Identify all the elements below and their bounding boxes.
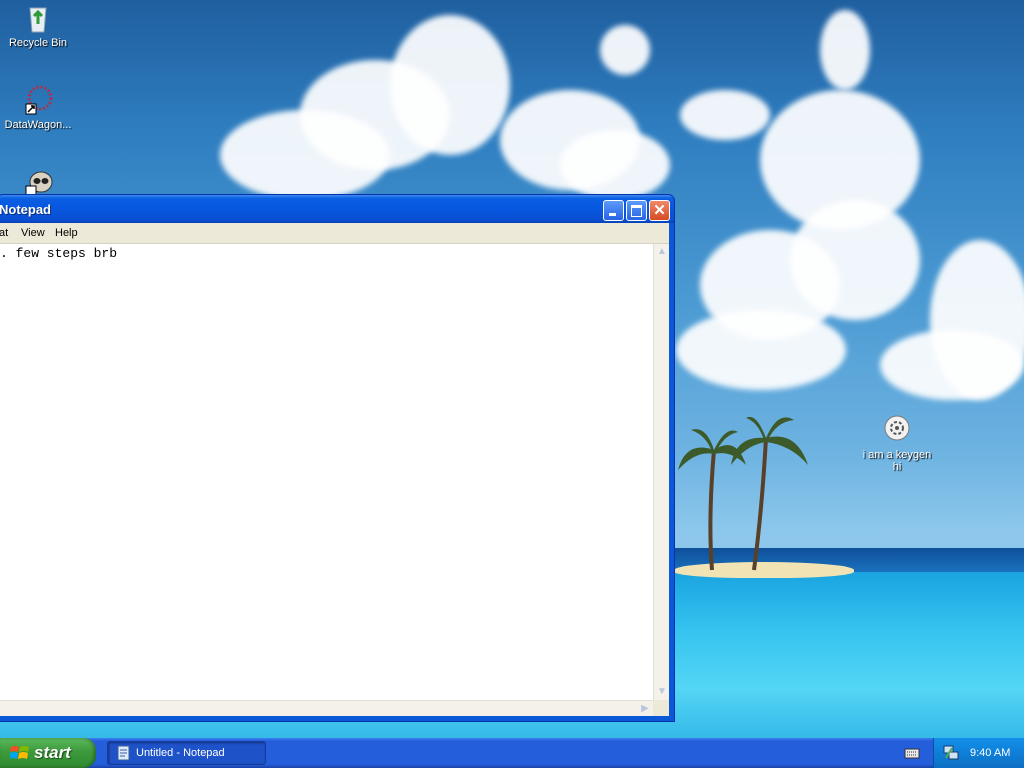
maximize-button[interactable]: [626, 200, 647, 221]
resize-grip[interactable]: [653, 700, 669, 716]
desktop-icon-keygen[interactable]: i am a keygen hi: [857, 414, 937, 473]
desktop-icon-label: hi: [892, 461, 902, 473]
keyboard-icon[interactable]: [904, 746, 920, 760]
desktop-icon-datawagon[interactable]: DataWagon...: [0, 84, 78, 131]
desktop-icon-label: DataWagon...: [4, 119, 72, 131]
text-editor[interactable]: . few steps brb: [0, 244, 653, 700]
taskbar: start Untitled - Notepad 9:40 AM: [0, 738, 1024, 768]
keygen-file-icon: [884, 415, 910, 441]
maximize-icon: [631, 205, 642, 217]
notepad-icon: [117, 745, 130, 761]
datawagon-shortcut-icon: [25, 85, 53, 115]
minimize-icon: [609, 213, 616, 216]
horizontal-scrollbar[interactable]: ▶: [0, 700, 653, 716]
start-label: start: [34, 743, 71, 762]
window-title: Notepad: [0, 202, 51, 217]
minimize-button[interactable]: [603, 200, 624, 221]
notepad-window[interactable]: Notepad ✕ at View Help . few steps brb ▲…: [0, 194, 675, 722]
menu-view[interactable]: View: [21, 227, 45, 239]
menu-format[interactable]: at: [0, 227, 8, 239]
desktop-icon-recycle-bin[interactable]: Recycle Bin: [0, 2, 78, 49]
recycle-bin-icon: [29, 7, 47, 33]
taskbar-item-notepad[interactable]: Untitled - Notepad: [107, 741, 266, 765]
title-bar[interactable]: Notepad ✕: [0, 195, 674, 223]
scroll-down-icon[interactable]: ▼: [654, 684, 670, 700]
start-button[interactable]: start: [0, 738, 96, 768]
windows-logo-icon: [10, 746, 29, 759]
palm-trees-image: [678, 416, 808, 571]
system-tray: 9:40 AM: [933, 738, 1024, 768]
desktop-icon-label: i am a keygen: [862, 449, 932, 461]
scroll-up-icon[interactable]: ▲: [654, 244, 670, 260]
vertical-scrollbar[interactable]: ▲ ▼: [653, 244, 669, 700]
taskbar-item-label: Untitled - Notepad: [136, 747, 225, 759]
menu-bar: at View Help: [0, 223, 669, 244]
close-icon: ✕: [653, 202, 666, 219]
network-icon[interactable]: [942, 744, 960, 762]
desktop-icon-label: Recycle Bin: [8, 37, 68, 49]
close-button[interactable]: ✕: [649, 200, 670, 221]
scroll-right-icon[interactable]: ▶: [637, 701, 653, 717]
menu-help[interactable]: Help: [55, 227, 78, 239]
clock[interactable]: 9:40 AM: [970, 747, 1010, 759]
